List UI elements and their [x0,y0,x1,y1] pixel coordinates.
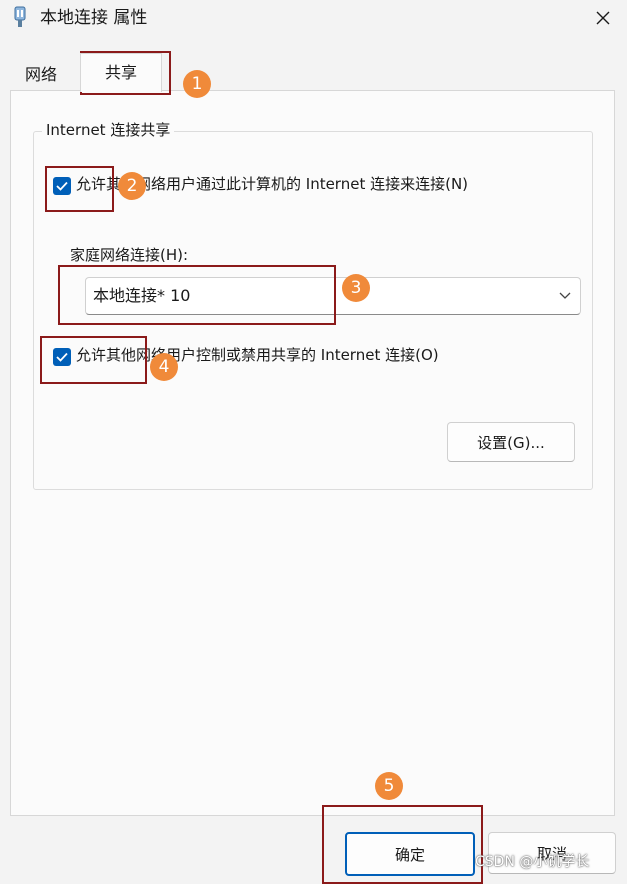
allow-control-label: 允许其他网络用户控制或禁用共享的 Internet 连接(O) [76,346,439,364]
close-icon [596,11,610,25]
close-button[interactable] [586,2,620,34]
home-network-label: 家庭网络连接(H): [70,246,189,264]
allow-control-checkbox[interactable] [53,348,71,366]
checkmark-icon [56,352,68,362]
ok-button[interactable]: 确定 [345,832,475,876]
home-network-dropdown[interactable]: 本地连接* 10 [85,277,581,315]
annotation-badge-3: 3 [342,274,370,302]
chevron-down-icon [559,292,571,299]
network-adapter-icon [12,6,28,30]
annotation-badge-5: 5 [375,772,403,800]
allow-connect-checkbox[interactable] [53,177,71,195]
watermark: CSDN @小饥学长 [475,854,590,870]
group-title: Internet 连接共享 [42,119,175,141]
annotation-badge-1: 1 [183,70,211,98]
tab-sharing[interactable]: 共享 [80,53,162,92]
title-bar: 本地连接 属性 [0,0,627,40]
annotation-badge-4: 4 [150,353,178,381]
tab-network[interactable]: 网络 [12,60,70,90]
settings-button[interactable]: 设置(G)... [447,422,575,462]
checkmark-icon [56,181,68,191]
home-network-value: 本地连接* 10 [93,286,191,305]
sharing-tab-panel: Internet 连接共享 允许其他网络用户通过此计算机的 Internet 连… [10,90,615,816]
window-title: 本地连接 属性 [40,8,148,28]
annotation-badge-2: 2 [118,172,146,200]
